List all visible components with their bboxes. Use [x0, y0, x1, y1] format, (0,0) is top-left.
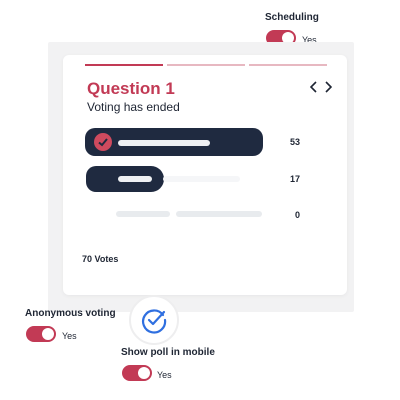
progress-step-2 — [167, 64, 245, 66]
checkmark-icon — [94, 133, 112, 151]
option-2-votes: 17 — [290, 174, 301, 184]
anonymous-voting-label: Anonymous voting — [25, 308, 116, 319]
progress-step-1 — [85, 64, 163, 66]
option-3-text-placeholder-rest — [176, 211, 262, 217]
option-1-text-placeholder — [118, 140, 210, 146]
toggle-knob — [138, 367, 150, 379]
question-nav — [309, 81, 333, 96]
question-title: Question 1 — [87, 79, 175, 98]
total-votes: 70 Votes — [82, 254, 119, 264]
chevron-right-icon[interactable] — [324, 81, 333, 96]
checkmark-circle-icon — [129, 295, 179, 345]
option-3-votes: 0 — [295, 210, 301, 220]
toggle-knob — [42, 328, 54, 340]
option-3-text-placeholder[interactable] — [116, 211, 170, 217]
option-2-text-placeholder-rest — [163, 176, 240, 182]
anonymous-voting-toggle[interactable] — [26, 326, 56, 342]
show-poll-mobile-toggle[interactable] — [122, 365, 152, 381]
scheduling-label: Scheduling — [265, 12, 319, 23]
option-2-text-placeholder — [118, 176, 152, 182]
anonymous-voting-value: Yes — [62, 331, 77, 341]
show-poll-mobile-value: Yes — [157, 370, 172, 380]
progress-step-3 — [249, 64, 327, 66]
voting-status: Voting has ended — [87, 100, 180, 114]
chevron-left-icon[interactable] — [309, 81, 318, 96]
option-1-votes: 53 — [290, 137, 301, 147]
show-poll-mobile-label: Show poll in mobile — [121, 347, 215, 358]
